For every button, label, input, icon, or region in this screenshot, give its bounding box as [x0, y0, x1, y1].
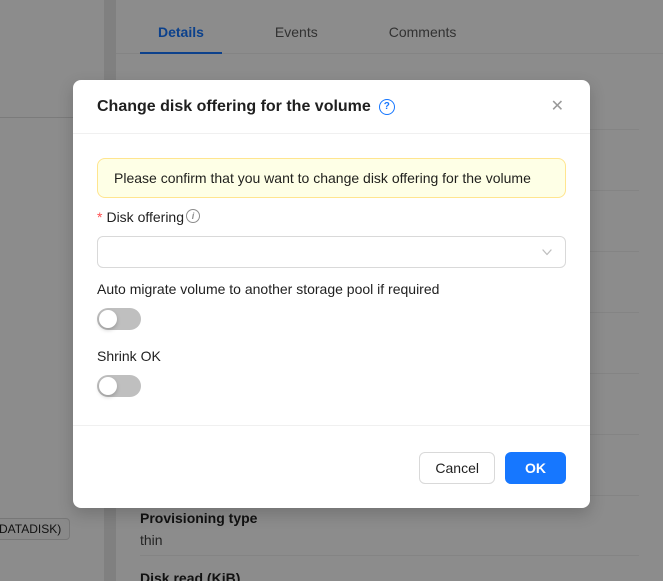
- modal-title: Change disk offering for the volume: [97, 98, 371, 116]
- help-icon[interactable]: ?: [379, 99, 395, 115]
- auto-migrate-toggle[interactable]: [97, 308, 141, 330]
- modal-footer: Cancel OK: [73, 425, 590, 508]
- spacer: [97, 397, 566, 425]
- modal-header: Change disk offering for the volume ? ✕: [73, 80, 590, 134]
- ok-button[interactable]: OK: [505, 452, 566, 484]
- toggle-knob: [99, 377, 117, 395]
- change-disk-offering-modal: Change disk offering for the volume ? ✕ …: [73, 80, 590, 508]
- confirm-alert: Please confirm that you want to change d…: [97, 158, 566, 198]
- confirm-alert-text: Please confirm that you want to change d…: [114, 170, 531, 186]
- required-mark: *: [97, 206, 102, 228]
- disk-offering-select[interactable]: [97, 236, 566, 268]
- shrink-ok-label: Shrink OK: [97, 345, 566, 367]
- disk-offering-label-row: * Disk offering i: [97, 206, 566, 228]
- modal-body: Please confirm that you want to change d…: [73, 158, 590, 425]
- auto-migrate-label: Auto migrate volume to another storage p…: [97, 278, 566, 300]
- toggle-knob: [99, 310, 117, 328]
- info-icon[interactable]: i: [186, 209, 200, 223]
- chevron-down-icon: [541, 246, 553, 258]
- close-icon[interactable]: ✕: [547, 95, 568, 119]
- cancel-button[interactable]: Cancel: [419, 452, 495, 484]
- disk-offering-label: Disk offering: [106, 206, 184, 228]
- shrink-ok-toggle[interactable]: [97, 375, 141, 397]
